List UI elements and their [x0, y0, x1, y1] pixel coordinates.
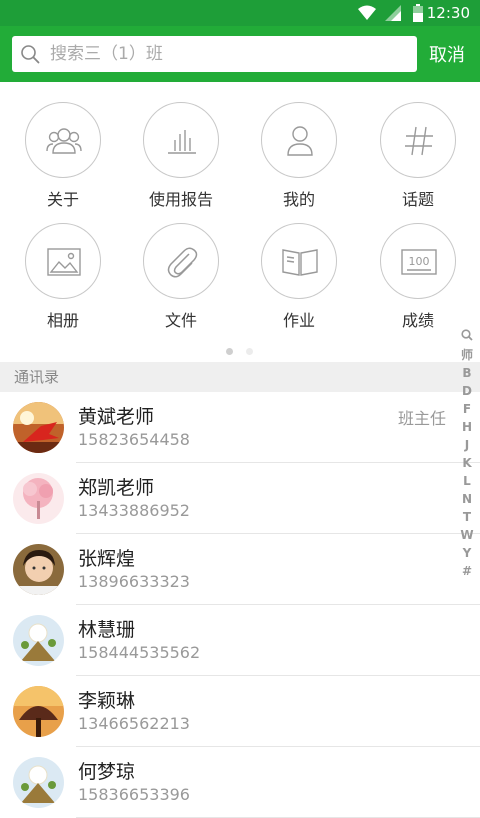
index-letter[interactable]: T: [460, 508, 474, 526]
contact-phone: 15823654458: [78, 430, 190, 449]
index-letter[interactable]: K: [460, 454, 474, 472]
contact-name: 何梦琼: [78, 761, 136, 783]
page-dot-active[interactable]: [226, 348, 233, 355]
page-dot[interactable]: [246, 348, 253, 355]
contacts-section-header: 通讯录: [0, 362, 480, 392]
contact-phone: 13433886952: [78, 501, 190, 520]
index-search-icon[interactable]: [460, 328, 474, 346]
search-box[interactable]: [12, 36, 417, 72]
index-letter[interactable]: 师: [460, 346, 474, 364]
grid-item-label: 成绩: [401, 311, 434, 330]
bar-chart-icon: [168, 130, 196, 154]
wifi-icon: [358, 5, 376, 20]
search-bar: 取消: [0, 26, 480, 82]
grid-item-scores[interactable]: 100 成绩: [368, 223, 468, 331]
index-letter[interactable]: D: [460, 382, 474, 400]
cancel-button[interactable]: 取消: [429, 41, 465, 67]
contact-phone: 15836653396: [78, 785, 190, 804]
grid-item-label: 作业: [282, 311, 315, 330]
contact-name: 林慧珊: [78, 619, 136, 641]
avatar: [13, 615, 64, 666]
search-input[interactable]: [50, 36, 410, 72]
avatar: [13, 686, 64, 737]
person-icon: [287, 126, 313, 156]
alphabet-index-bar[interactable]: 师 B D F H J K L N T W Y #: [460, 328, 474, 580]
index-letter[interactable]: L: [460, 472, 474, 490]
avatar: [13, 473, 64, 524]
contact-name: 黄斌老师: [78, 406, 155, 428]
grid-item-files[interactable]: 文件: [131, 223, 231, 331]
contact-row[interactable]: 何梦琼 15836653396: [0, 747, 480, 818]
index-letter[interactable]: H: [460, 418, 474, 436]
group-icon: [46, 128, 82, 154]
grid-item-usage-report[interactable]: 使用报告: [131, 102, 231, 210]
contact-name: 郑凯老师: [78, 477, 155, 499]
grid-item-label: 话题: [401, 190, 434, 209]
contact-name: 李颖琳: [78, 690, 136, 712]
clock: 12:30: [426, 4, 470, 22]
grid-item-about[interactable]: 关于: [13, 102, 113, 210]
grid-item-album[interactable]: 相册: [13, 223, 113, 331]
grid-item-label: 关于: [46, 190, 79, 209]
contact-phone: 13466562213: [78, 714, 190, 733]
index-letter[interactable]: #: [460, 562, 474, 580]
grid-item-label: 文件: [164, 311, 197, 330]
grid-item-label: 使用报告: [148, 190, 213, 209]
grid-item-topic[interactable]: 话题: [368, 102, 468, 210]
contact-row[interactable]: 李颖琳 13466562213: [0, 676, 480, 747]
contact-role-badge: 班主任: [397, 409, 446, 428]
svg-text:100: 100: [409, 255, 430, 268]
contact-row[interactable]: 郑凯老师 13433886952: [0, 463, 480, 534]
signal-icon: [385, 5, 401, 21]
index-letter[interactable]: N: [460, 490, 474, 508]
avatar: [13, 544, 64, 595]
hash-icon: [405, 126, 433, 156]
grid-item-label: 相册: [46, 311, 79, 330]
status-bar: 12:30: [0, 0, 480, 26]
image-icon: [47, 248, 81, 276]
index-letter[interactable]: J: [460, 436, 474, 454]
grid-item-label: 我的: [282, 190, 315, 209]
grid-item-mine[interactable]: 我的: [249, 102, 349, 210]
index-letter[interactable]: Y: [460, 544, 474, 562]
grid-item-homework[interactable]: 作业: [249, 223, 349, 331]
index-letter[interactable]: B: [460, 364, 474, 382]
contact-row[interactable]: 张辉煌 13896633323: [0, 534, 480, 605]
index-letter[interactable]: F: [460, 400, 474, 418]
book-icon: [282, 249, 318, 276]
contact-name: 张辉煌: [78, 548, 136, 570]
feature-grid: 关于 使用报告 我的 话题 相册 文件 作业 100 成绩: [0, 82, 480, 362]
paperclip-icon: [167, 247, 198, 278]
battery-icon: [413, 4, 423, 22]
contact-phone: 158444535562: [78, 643, 201, 662]
page-indicator: [226, 340, 266, 359]
contacts-list: 黄斌老师 15823654458 班主任 郑凯老师 13433886952 张辉…: [0, 392, 480, 818]
avatar: [13, 402, 64, 453]
contact-row[interactable]: 黄斌老师 15823654458 班主任: [0, 392, 480, 463]
contact-row[interactable]: 林慧珊 158444535562: [0, 605, 480, 676]
avatar: [13, 757, 64, 808]
score-board-icon: 100: [401, 249, 437, 275]
contact-phone: 13896633323: [78, 572, 190, 591]
search-icon: [21, 45, 40, 64]
index-letter[interactable]: W: [460, 526, 474, 544]
